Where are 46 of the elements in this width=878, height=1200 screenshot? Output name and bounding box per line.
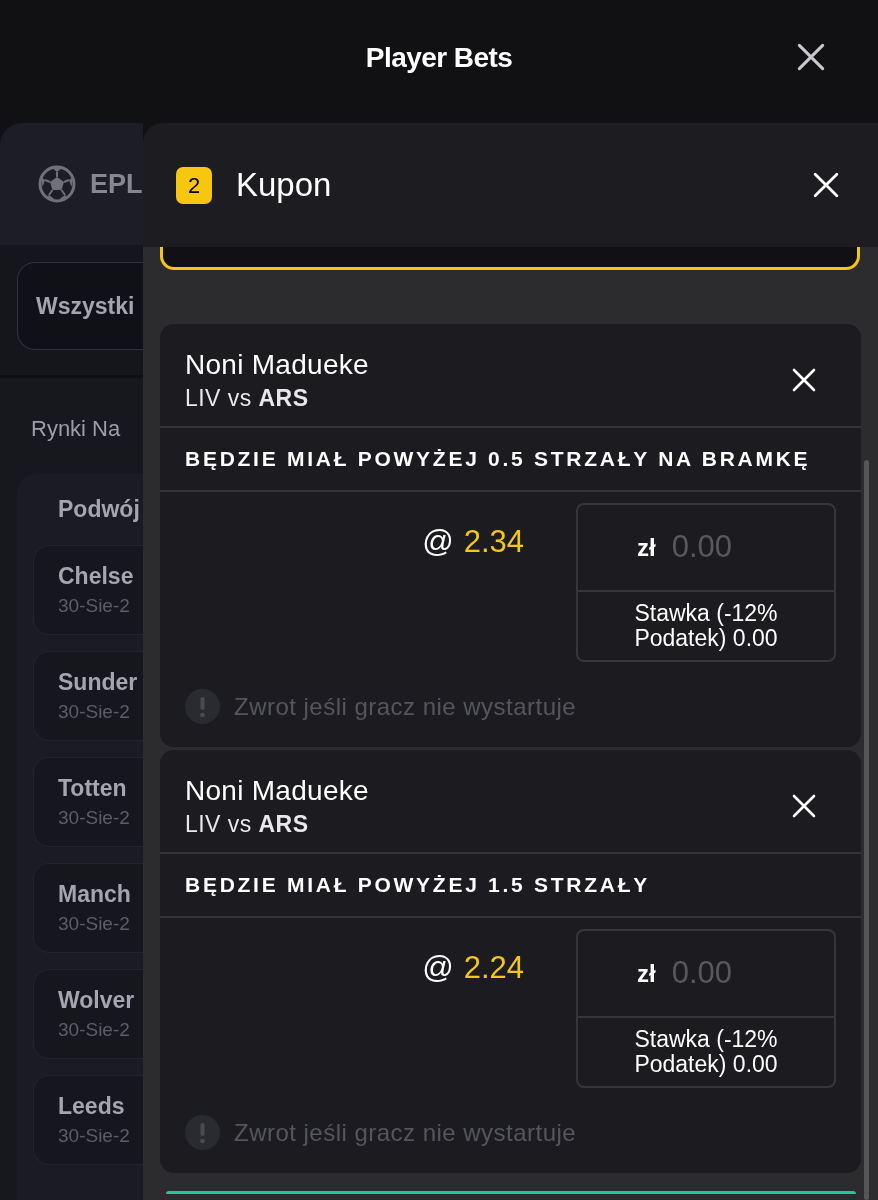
currency-label: zł: [637, 532, 656, 563]
match-date: 30-Sie-2: [58, 700, 130, 724]
match-card[interactable]: Chelse 30-Sie-2: [33, 545, 143, 635]
page-title: Player Bets: [365, 41, 513, 75]
stake-input[interactable]: 0.00: [671, 524, 792, 571]
match-title: Wolver: [58, 986, 135, 1014]
scrollbar[interactable]: [864, 460, 869, 1200]
match-date: 30-Sie-2: [58, 1018, 130, 1042]
match-card[interactable]: Manch 30-Sie-2: [33, 863, 143, 953]
section-title: Rynki Na: [31, 416, 121, 441]
match-date: 30-Sie-2: [58, 912, 130, 936]
count-badge: 2: [176, 166, 212, 204]
remove-icon[interactable]: [792, 368, 816, 392]
market-name: BĘDZIE MIAŁ POWYŻEJ 0.5 STRZAŁY NA BRAMKĘ: [185, 446, 811, 473]
match-card[interactable]: Sunder 30-Sie-2: [33, 651, 143, 741]
league-title: EPL: [90, 167, 143, 201]
tax-note: Stawka (-12% Podatek) 0.00: [633, 1027, 779, 1077]
match-card[interactable]: Wolver 30-Sie-2: [33, 969, 143, 1059]
match-date: 30-Sie-2: [58, 806, 130, 830]
match-teams: LIV vs ARS: [185, 810, 309, 838]
match-card[interactable]: Leeds 30-Sie-2: [33, 1075, 143, 1165]
filter-dropdown[interactable]: Wszystki: [17, 262, 143, 350]
group-title: Podwój: [58, 496, 140, 522]
match-date: 30-Sie-2: [58, 594, 130, 618]
market-name: BĘDZIE MIAŁ POWYŻEJ 1.5 STRZAŁY: [185, 872, 650, 899]
currency-label: zł: [637, 958, 656, 989]
player-name: Noni Madueke: [185, 774, 369, 807]
odds: @ 2.24: [422, 950, 524, 986]
odds: @ 2.34: [422, 524, 524, 560]
close-icon[interactable]: [797, 43, 825, 71]
match-title: Leeds: [58, 1092, 125, 1120]
match-teams: LIV vs ARS: [185, 384, 309, 412]
match-title: Sunder: [58, 668, 138, 696]
tax-note: Stawka (-12% Podatek) 0.00: [633, 601, 779, 651]
betslip-title: Kupon: [236, 165, 332, 206]
remove-icon[interactable]: [792, 794, 816, 818]
match-card[interactable]: Totten 30-Sie-2: [33, 757, 143, 847]
refund-label: Zwrot jeśli gracz nie wystartuje: [234, 1118, 577, 1147]
refund-label: Zwrot jeśli gracz nie wystartuje: [234, 692, 577, 721]
player-name: Noni Madueke: [185, 348, 369, 381]
soccer-ball-icon: [38, 165, 76, 203]
match-title: Totten: [58, 774, 127, 802]
match-title: Manch: [58, 880, 131, 908]
match-title: Chelse: [58, 562, 134, 590]
match-date: 30-Sie-2: [58, 1124, 130, 1148]
stake-input[interactable]: 0.00: [671, 950, 792, 997]
